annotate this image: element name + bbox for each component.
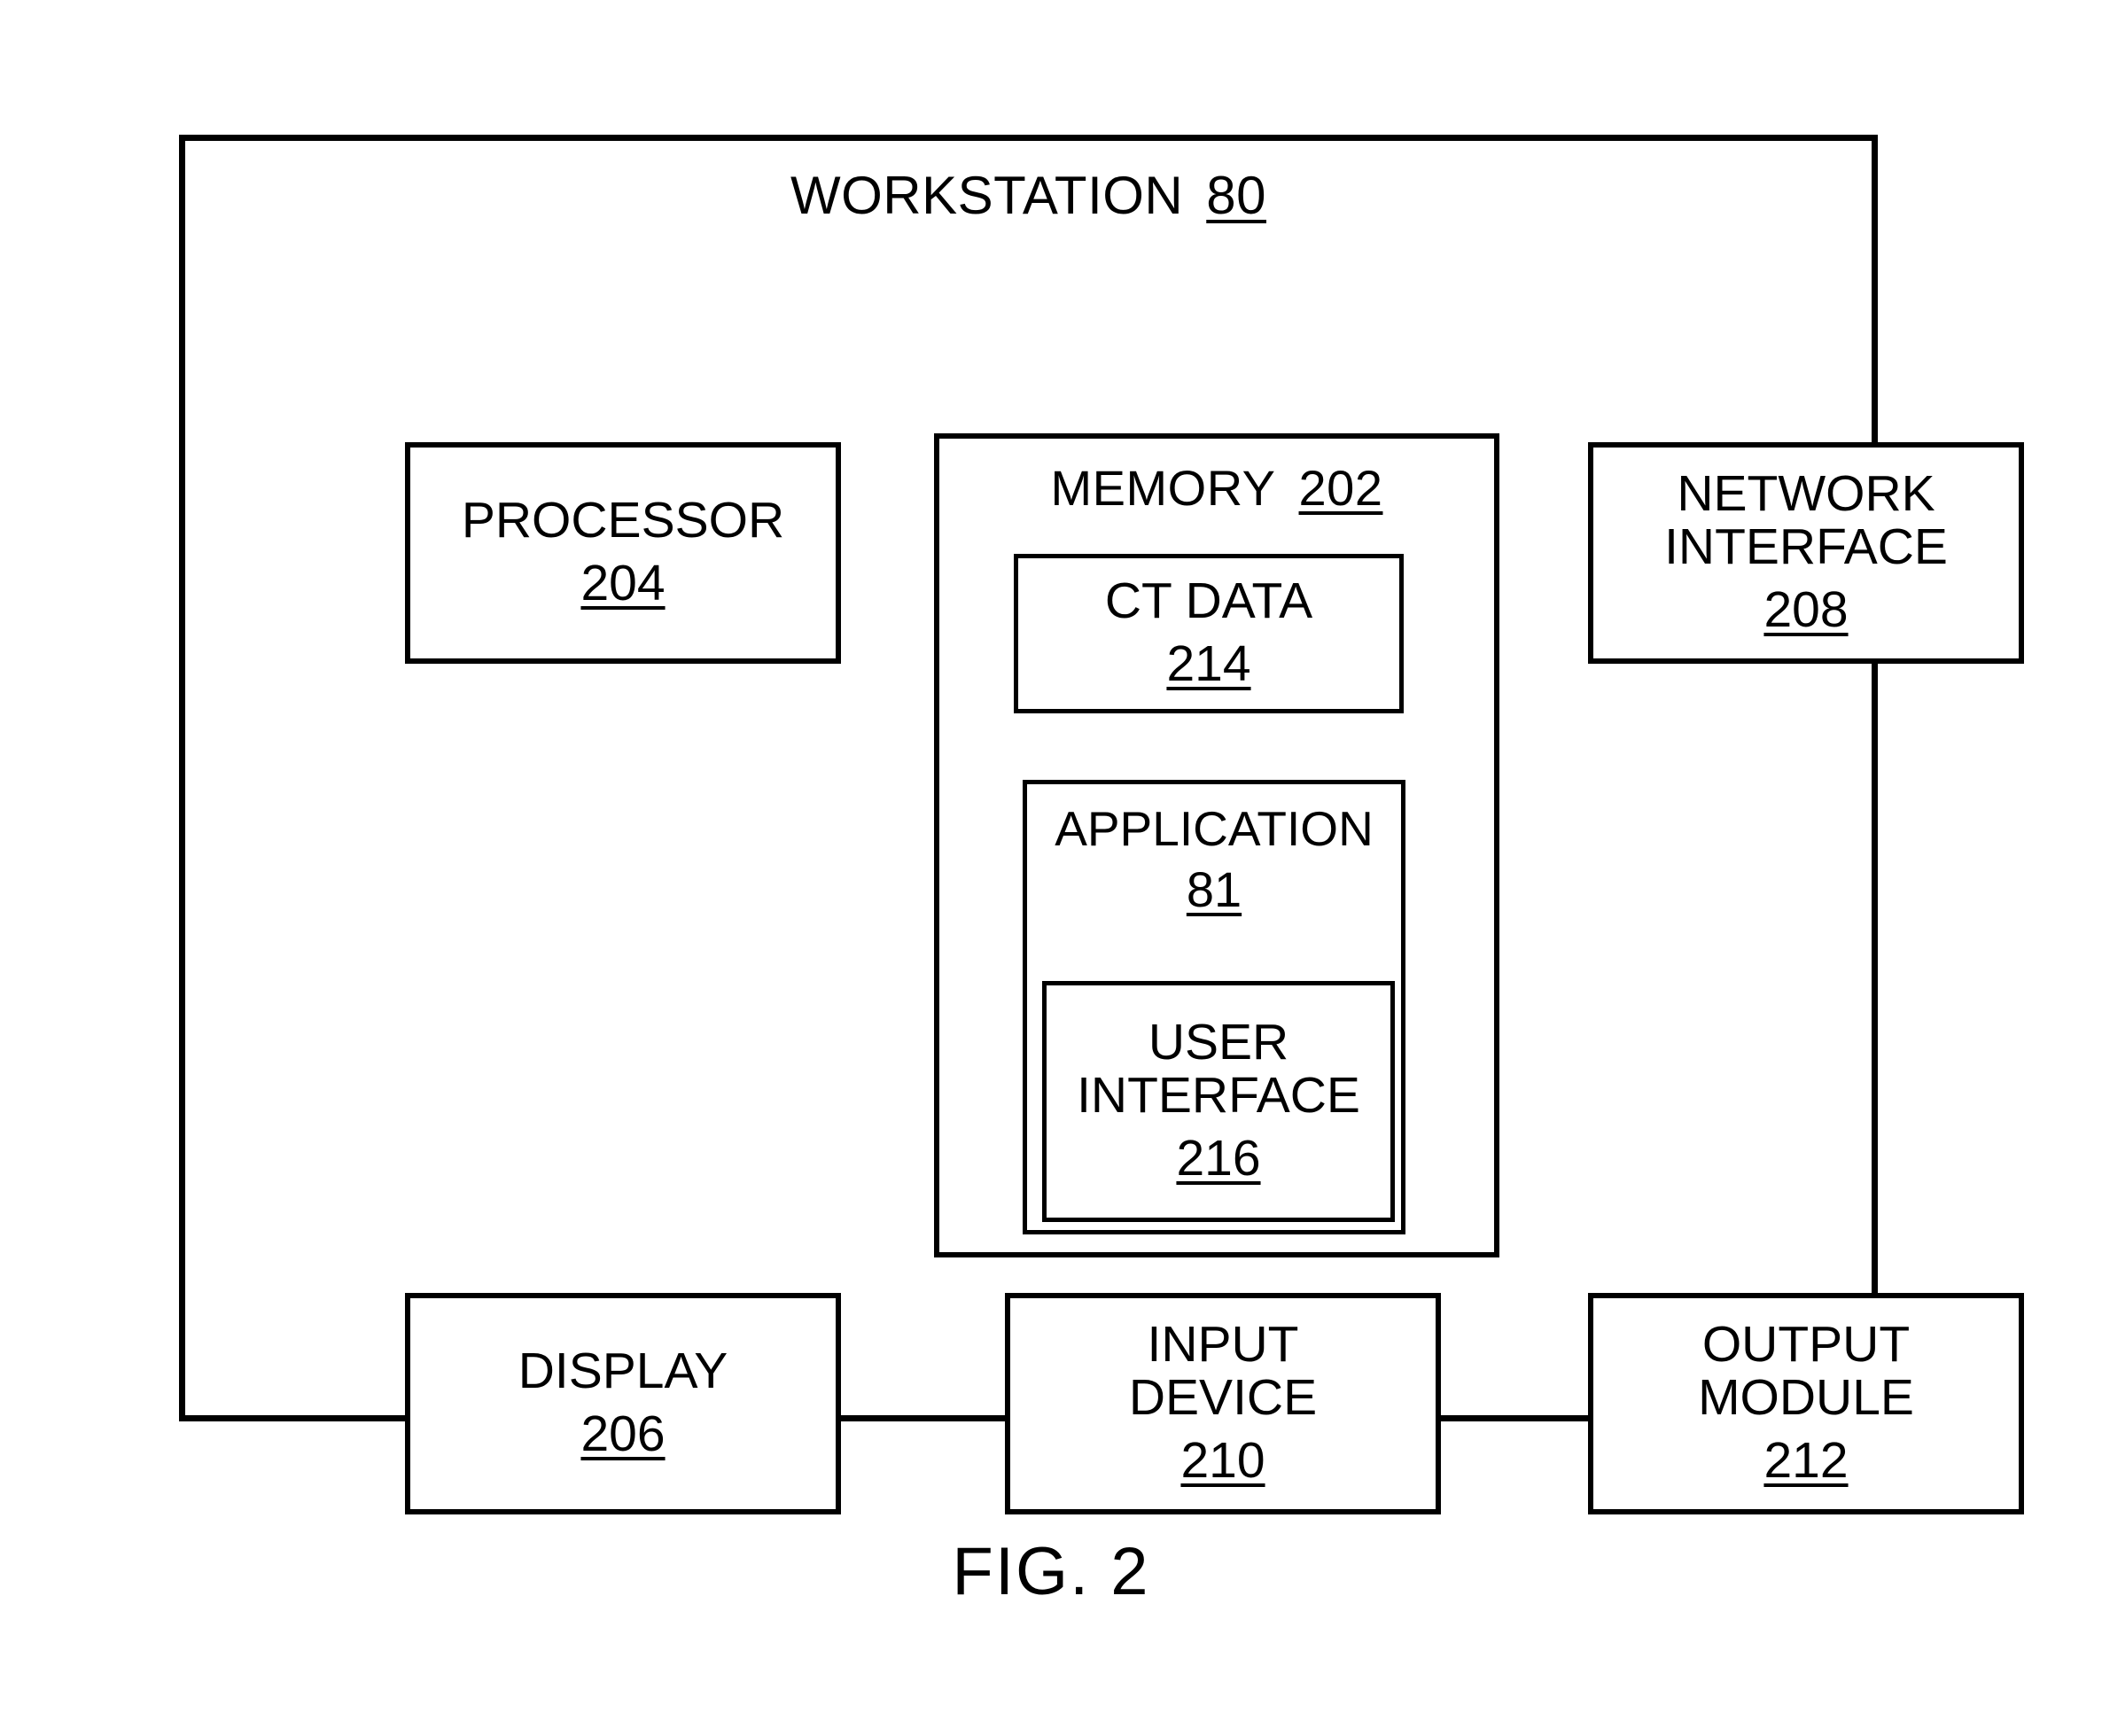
network-interface-ref-number: 208 bbox=[1763, 581, 1849, 639]
ct-data-box: CT DATA 214 bbox=[1014, 554, 1404, 713]
processor-label: PROCESSOR bbox=[461, 491, 785, 549]
input-device-box: INPUT DEVICE 210 bbox=[1005, 1293, 1441, 1514]
workstation-ref-number: 80 bbox=[1206, 166, 1266, 225]
display-box: DISPLAY 206 bbox=[405, 1293, 841, 1514]
network-interface-label-line2: INTERFACE bbox=[1664, 518, 1948, 576]
input-device-label-line1: INPUT bbox=[1147, 1315, 1299, 1373]
output-module-ref-number: 212 bbox=[1763, 1432, 1849, 1490]
output-module-label-line1: OUTPUT bbox=[1701, 1315, 1911, 1373]
processor-ref-number: 204 bbox=[580, 555, 666, 612]
memory-title-label: MEMORY bbox=[1050, 460, 1276, 516]
display-ref-number: 206 bbox=[580, 1405, 666, 1463]
processor-box: PROCESSOR 204 bbox=[405, 442, 841, 664]
network-interface-label-line1: NETWORK bbox=[1677, 464, 1935, 522]
user-interface-box: USER INTERFACE 216 bbox=[1042, 981, 1395, 1222]
application-ref-number: 81 bbox=[1186, 860, 1242, 917]
application-label: APPLICATION bbox=[1055, 801, 1374, 856]
ct-data-ref-number: 214 bbox=[1166, 635, 1251, 693]
memory-container: MEMORY 202 CT DATA 214 APPLICATION 81 USE… bbox=[934, 433, 1499, 1257]
patent-figure: WORKSTATION 80 PROCESSOR 204 NETWORK INTE… bbox=[0, 0, 2102, 1736]
output-module-box: OUTPUT MODULE 212 bbox=[1588, 1293, 2024, 1514]
workstation-container: WORKSTATION 80 PROCESSOR 204 NETWORK INTE… bbox=[179, 135, 2024, 1514]
user-interface-label-line2: INTERFACE bbox=[1077, 1067, 1360, 1125]
application-title: APPLICATION 81 bbox=[1027, 801, 1401, 917]
input-device-ref-number: 210 bbox=[1180, 1432, 1265, 1490]
memory-title: MEMORY 202 bbox=[939, 463, 1494, 513]
user-interface-label-line1: USER bbox=[1148, 1013, 1289, 1070]
application-box: APPLICATION 81 USER INTERFACE 216 bbox=[1023, 780, 1405, 1234]
network-interface-box: NETWORK INTERFACE 208 bbox=[1588, 442, 2024, 664]
ct-data-label: CT DATA bbox=[1104, 572, 1313, 629]
display-label: DISPLAY bbox=[518, 1342, 728, 1399]
workstation-title: WORKSTATION 80 bbox=[185, 169, 1872, 222]
memory-ref-number: 202 bbox=[1298, 460, 1383, 516]
output-module-label-line2: MODULE bbox=[1698, 1369, 1914, 1427]
user-interface-ref-number: 216 bbox=[1176, 1130, 1261, 1187]
input-device-label-line2: DEVICE bbox=[1128, 1369, 1318, 1427]
workstation-title-label: WORKSTATION bbox=[790, 166, 1184, 225]
figure-caption: FIG. 2 bbox=[952, 1534, 1150, 1609]
